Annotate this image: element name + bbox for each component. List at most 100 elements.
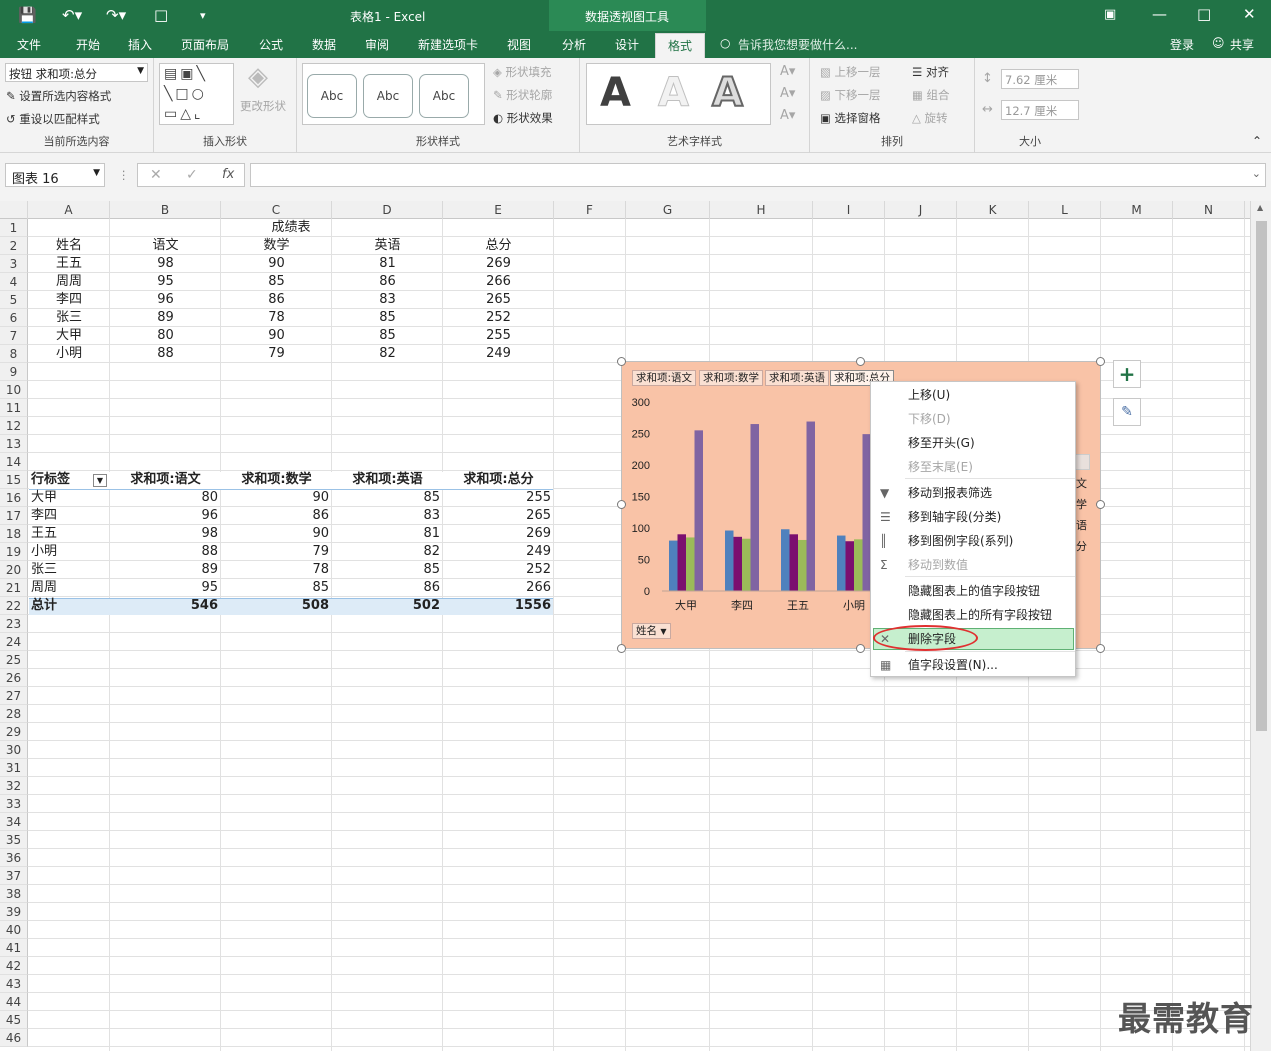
pivot-total-cell[interactable]: 1556 [443, 597, 554, 615]
pivot-cell[interactable]: 李四 [28, 507, 110, 525]
tab-new-tab[interactable]: 新建选项卡 [418, 36, 478, 53]
row-header[interactable]: 18 [0, 525, 28, 543]
column-header[interactable]: N [1173, 201, 1245, 219]
resize-handle[interactable] [617, 500, 626, 509]
tab-formulas[interactable]: 公式 [259, 36, 283, 53]
wordart-preset[interactable]: A [600, 70, 631, 116]
pivot-cell[interactable]: 82 [332, 543, 443, 561]
row-header[interactable]: 36 [0, 849, 28, 867]
pivot-cell[interactable]: 265 [443, 507, 554, 525]
column-header[interactable]: B [110, 201, 221, 219]
minimize-icon[interactable]: — [1152, 5, 1167, 23]
pivot-cell[interactable]: 255 [443, 489, 554, 507]
row-header[interactable]: 29 [0, 723, 28, 741]
ribbon-display-icon[interactable]: ▣ [1104, 7, 1116, 22]
table-cell[interactable]: 81 [332, 255, 443, 273]
row-header[interactable]: 9 [0, 363, 28, 381]
column-header[interactable]: I [813, 201, 885, 219]
formula-input[interactable]: ⌄ [250, 163, 1266, 187]
row-header[interactable]: 23 [0, 615, 28, 633]
select-all-corner[interactable] [0, 201, 28, 219]
row-header[interactable]: 28 [0, 705, 28, 723]
column-header[interactable]: E [443, 201, 554, 219]
menu-item[interactable]: 移至开头(G) [872, 432, 1074, 454]
send-backward-button[interactable]: ▨ 下移一层 [820, 87, 881, 103]
resize-handle[interactable] [617, 644, 626, 653]
column-header[interactable]: D [332, 201, 443, 219]
bar[interactable] [669, 540, 678, 591]
table-cell[interactable]: 82 [332, 345, 443, 363]
chart-elements-plus-icon[interactable]: + [1113, 360, 1141, 388]
bring-forward-button[interactable]: ▧ 上移一层 [820, 64, 881, 80]
pivot-cell[interactable]: 89 [110, 561, 221, 579]
pivot-cell[interactable]: 85 [332, 561, 443, 579]
pivot-cell[interactable]: 96 [110, 507, 221, 525]
new-file-icon[interactable]: □ [154, 6, 168, 24]
table-cell[interactable]: 83 [332, 291, 443, 309]
menu-item[interactable]: 隐藏图表上的所有字段按钮 [872, 604, 1074, 626]
tab-review[interactable]: 审阅 [365, 36, 389, 53]
tab-file[interactable]: 文件 [17, 36, 41, 53]
shape-outline-button[interactable]: ✎ 形状轮廓 [493, 87, 552, 103]
resize-handle[interactable] [617, 357, 626, 366]
row-header[interactable]: 30 [0, 741, 28, 759]
share-button[interactable]: 共享 [1230, 36, 1254, 53]
chart-styles-brush-icon[interactable]: ✎ [1113, 398, 1141, 426]
table-cell[interactable]: 252 [443, 309, 554, 327]
save-icon[interactable]: 💾 [18, 6, 37, 24]
column-header[interactable]: G [626, 201, 710, 219]
table-cell[interactable]: 80 [110, 327, 221, 345]
bar[interactable] [733, 536, 743, 591]
pivot-cell[interactable]: 90 [221, 489, 332, 507]
close-icon[interactable]: ✕ [1243, 5, 1256, 23]
pivot-cell[interactable]: 252 [443, 561, 554, 579]
menu-item[interactable]: 移至末尾(E) [872, 456, 1074, 478]
pivot-cell[interactable]: 79 [221, 543, 332, 561]
selection-pane-button[interactable]: ▣ 选择窗格 [820, 110, 881, 126]
resize-handle[interactable] [856, 644, 865, 653]
row-header[interactable]: 34 [0, 813, 28, 831]
pivot-cell[interactable]: 85 [221, 579, 332, 597]
pivot-cell[interactable]: 85 [332, 489, 443, 507]
scroll-up-icon[interactable]: ▲ [1257, 203, 1263, 212]
menu-item[interactable]: 隐藏图表上的值字段按钮 [872, 580, 1074, 602]
bar[interactable] [837, 535, 846, 591]
menu-item[interactable]: ▼ 移动到报表筛选 [872, 482, 1074, 504]
redo-icon[interactable]: ↷▾ [106, 6, 126, 24]
table-cell[interactable]: 小明 [28, 345, 110, 363]
pivot-cell[interactable]: 98 [110, 525, 221, 543]
row-header[interactable]: 43 [0, 975, 28, 993]
column-header[interactable]: C [221, 201, 332, 219]
pivot-cell[interactable]: 249 [443, 543, 554, 561]
row-header[interactable]: 38 [0, 885, 28, 903]
resize-handle[interactable] [856, 357, 865, 366]
tab-design[interactable]: 设计 [615, 36, 639, 53]
table-cell[interactable]: 96 [110, 291, 221, 309]
tell-me-search[interactable]: 告诉我您想要做什么... [738, 36, 857, 53]
table-cell[interactable]: 95 [110, 273, 221, 291]
bar[interactable] [789, 534, 799, 591]
bar[interactable] [694, 430, 704, 591]
name-box[interactable]: 图表 16 ▼ [5, 163, 105, 187]
pivot-header-cell[interactable]: 求和项:语文 [110, 471, 221, 489]
pivot-total-cell[interactable]: 546 [110, 597, 221, 615]
pivot-total-cell[interactable]: 508 [221, 597, 332, 615]
column-header[interactable]: J [885, 201, 957, 219]
login-link[interactable]: 登录 [1170, 36, 1194, 53]
pivot-header-cell[interactable]: 求和项:总分 [443, 471, 554, 489]
table-cell[interactable]: 周周 [28, 273, 110, 291]
row-header[interactable]: 14 [0, 453, 28, 471]
column-header[interactable]: K [957, 201, 1029, 219]
row-header[interactable]: 6 [0, 309, 28, 327]
table-cell[interactable]: 90 [221, 255, 332, 273]
table-cell[interactable]: 98 [110, 255, 221, 273]
pivot-cell[interactable]: 80 [110, 489, 221, 507]
row-header[interactable]: 27 [0, 687, 28, 705]
text-effects-icon[interactable]: A▾ [780, 108, 795, 123]
customize-qat-icon[interactable]: ▾ [200, 9, 206, 22]
text-outline-icon[interactable]: A▾ [780, 86, 795, 101]
width-input[interactable]: 12.7 厘米 [1001, 100, 1079, 120]
table-cell[interactable]: 78 [221, 309, 332, 327]
table-cell[interactable]: 89 [110, 309, 221, 327]
pivot-header-cell[interactable]: 求和项:数学 [221, 471, 332, 489]
